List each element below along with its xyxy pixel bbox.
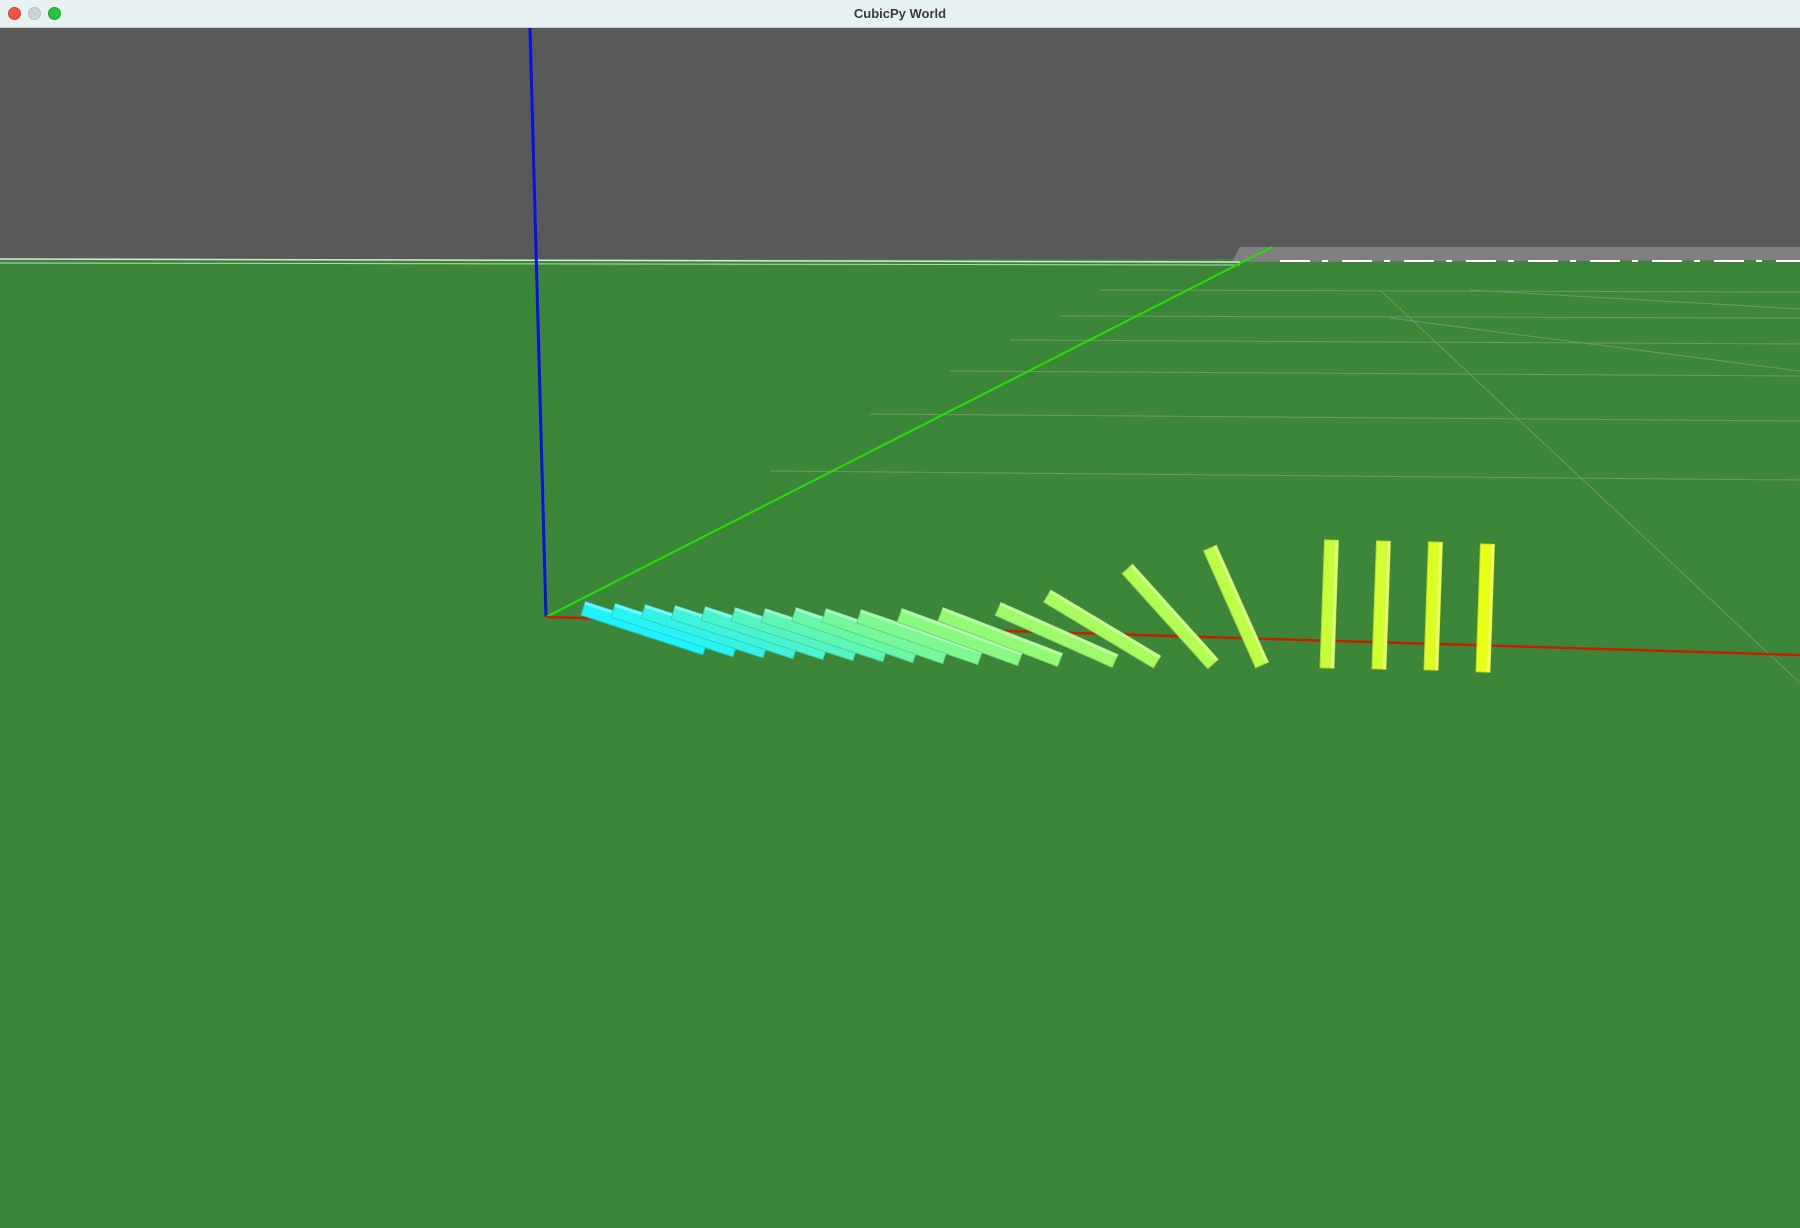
distant-platform [1232, 247, 1800, 262]
scene-canvas[interactable] [0, 27, 1800, 1228]
window-title: CubicPy World [853, 6, 947, 21]
title-bar[interactable]: CubicPy World [0, 0, 1800, 28]
app-window: CubicPy World [0, 0, 1800, 1228]
3d-viewport[interactable] [0, 27, 1800, 1228]
ground-plane [0, 259, 1800, 1228]
sky-background [0, 28, 1800, 260]
